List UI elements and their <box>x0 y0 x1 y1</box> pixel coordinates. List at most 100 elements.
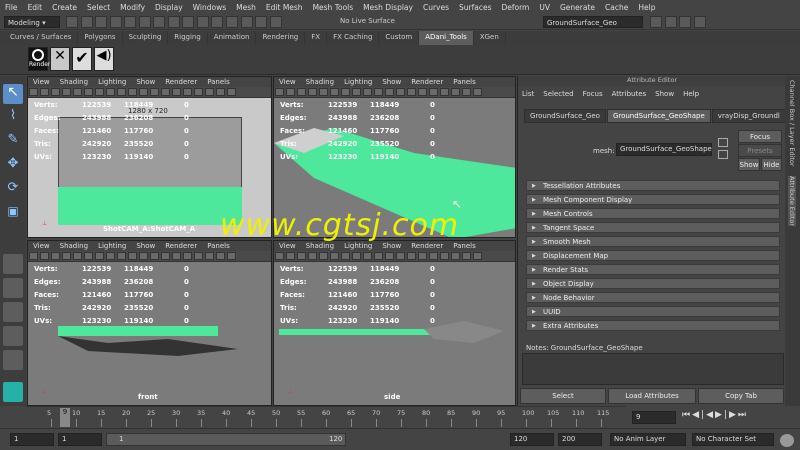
shelf-tab-xgen[interactable]: XGen <box>474 31 506 45</box>
ae-tab-vraydisp[interactable]: vrayDisp_Groundl <box>711 109 786 123</box>
menu-mesh[interactable]: Mesh <box>231 3 261 12</box>
rotate-tool-icon[interactable]: ⟳ <box>3 180 23 200</box>
menu-file[interactable]: File <box>0 3 23 12</box>
section-object-display[interactable]: Object Display <box>526 278 780 289</box>
section-uuid[interactable]: UUID <box>526 306 780 317</box>
playback-start-field[interactable]: 1 <box>58 433 102 446</box>
ae-menu-attributes[interactable]: Attributes <box>612 90 647 98</box>
anim-layer-dropdown[interactable]: No Anim Layer <box>610 433 686 446</box>
play-back-icon[interactable]: ◀ <box>706 410 715 420</box>
animation-end-field[interactable]: 200 <box>558 433 602 446</box>
shelf-tab-curves-surfaces[interactable]: Curves / Surfaces <box>4 31 79 45</box>
menu-edit[interactable]: Edit <box>23 3 48 12</box>
ae-menu-selected[interactable]: Selected <box>543 90 573 98</box>
snap-grid-icon[interactable] <box>182 16 195 28</box>
vp-menu-shading[interactable]: Shading <box>55 77 93 87</box>
menu-generate[interactable]: Generate <box>555 3 600 12</box>
shelf-tab-rendering[interactable]: Rendering <box>256 31 306 45</box>
vp-menu-lighting[interactable]: Lighting <box>339 77 377 87</box>
load-attributes-button[interactable]: Load Attributes <box>608 388 696 404</box>
menu-curves[interactable]: Curves <box>418 3 454 12</box>
move-tool-icon[interactable]: ✥ <box>3 156 23 176</box>
toggle-attribute-editor-icon[interactable] <box>664 16 677 28</box>
vp-menu-shading[interactable]: Shading <box>301 77 339 87</box>
vp-menu-lighting[interactable]: Lighting <box>93 241 131 251</box>
presets-button[interactable]: Presets <box>738 144 782 157</box>
select-hierarchy-icon[interactable] <box>138 16 151 28</box>
menu-select[interactable]: Select <box>82 3 115 12</box>
step-back-icon[interactable]: ◀| <box>692 410 706 420</box>
section-displacement-map[interactable]: Displacement Map <box>526 250 780 261</box>
render-settings-icon[interactable] <box>269 16 282 28</box>
vp-menu-renderer[interactable]: Renderer <box>160 241 202 251</box>
menu-mesh-display[interactable]: Mesh Display <box>358 3 418 12</box>
vp-menu-panels[interactable]: Panels <box>202 77 235 87</box>
mesh-name-field[interactable]: GroundSurface_GeoShape <box>616 143 712 156</box>
menu-help[interactable]: Help <box>633 3 660 12</box>
viewport-side[interactable]: View Shading Lighting Show Renderer Pane… <box>273 240 516 406</box>
lasso-tool-icon[interactable]: ⌇ <box>3 108 23 128</box>
copy-tab-button[interactable]: Copy Tab <box>698 388 784 404</box>
menu-create[interactable]: Create <box>47 3 82 12</box>
menu-surfaces[interactable]: Surfaces <box>454 3 496 12</box>
persp-outliner-layout-icon[interactable] <box>3 326 23 346</box>
attribute-editor-tab[interactable]: Attribute Editor <box>788 176 796 227</box>
go-to-start-icon[interactable]: ⏮ <box>682 410 692 420</box>
menu-windows[interactable]: Windows <box>188 3 231 12</box>
snap-curve-icon[interactable] <box>196 16 209 28</box>
show-button[interactable]: Show <box>738 158 760 171</box>
ae-menu-focus[interactable]: Focus <box>583 90 603 98</box>
scale-tool-icon[interactable]: ▣ <box>3 204 23 224</box>
vp-menu-show[interactable]: Show <box>131 77 160 87</box>
notes-field[interactable] <box>522 353 784 385</box>
section-extra-attributes[interactable]: Extra Attributes <box>526 320 780 331</box>
ae-menu-help[interactable]: Help <box>683 90 699 98</box>
object-name-field[interactable]: GroundSurface_Geo <box>543 16 643 28</box>
ae-menu-list[interactable]: List <box>522 90 534 98</box>
audio-shelf-button[interactable]: ◀) <box>94 47 114 71</box>
shelf-tab-adani-tools[interactable]: ADani_Tools <box>419 31 474 45</box>
shelf-tab-fx[interactable]: FX <box>305 31 328 45</box>
viewport-front[interactable]: View Shading Lighting Show Renderer Pane… <box>27 240 272 406</box>
vp-menu-renderer[interactable]: Renderer <box>160 77 202 87</box>
shelf-tab-fx-caching[interactable]: FX Caching <box>327 31 380 45</box>
character-set-dropdown[interactable]: No Character Set <box>692 433 774 446</box>
vp-menu-shading[interactable]: Shading <box>55 241 93 251</box>
ae-tab-shape[interactable]: GroundSurface_GeoShape <box>606 109 711 123</box>
section-tessellation[interactable]: Tessellation Attributes <box>526 180 780 191</box>
animation-start-field[interactable]: 1 <box>10 433 54 446</box>
section-node-behavior[interactable]: Node Behavior <box>526 292 780 303</box>
shelf-tab-rigging[interactable]: Rigging <box>168 31 208 45</box>
single-pane-layout-icon[interactable] <box>3 254 23 274</box>
vp-menu-view[interactable]: View <box>28 241 55 251</box>
redo-icon[interactable] <box>124 16 137 28</box>
play-forward-icon[interactable]: ▶ <box>715 410 724 420</box>
menu-edit-mesh[interactable]: Edit Mesh <box>261 3 308 12</box>
four-pane-layout-icon[interactable] <box>3 278 23 298</box>
section-mesh-component-display[interactable]: Mesh Component Display <box>526 194 780 205</box>
toggle-tool-settings-icon[interactable] <box>679 16 692 28</box>
menu-uv[interactable]: UV <box>534 3 555 12</box>
vp-menu-show[interactable]: Show <box>131 241 160 251</box>
select-button[interactable]: Select <box>520 388 606 404</box>
go-to-end-icon[interactable]: ⏭ <box>738 410 748 420</box>
hide-button[interactable]: Hide <box>761 158 782 171</box>
snap-point-icon[interactable] <box>211 16 224 28</box>
shelf-tab-sculpting[interactable]: Sculpting <box>123 31 169 45</box>
ipr-icon[interactable] <box>255 16 268 28</box>
vp-menu-view[interactable]: View <box>274 77 301 87</box>
menu-display[interactable]: Display <box>150 3 188 12</box>
mode-dropdown[interactable]: Modeling ▾ <box>4 16 60 28</box>
menu-cache[interactable]: Cache <box>600 3 633 12</box>
vp-menu-renderer[interactable]: Renderer <box>406 77 448 87</box>
render-icon[interactable] <box>240 16 253 28</box>
side-by-side-layout-icon[interactable] <box>3 302 23 322</box>
channel-box-tab[interactable]: Channel Box / Layer Editor <box>788 80 796 167</box>
shelf-tab-polygons[interactable]: Polygons <box>78 31 123 45</box>
section-smooth-mesh[interactable]: Smooth Mesh <box>526 236 780 247</box>
vp-menu-show[interactable]: Show <box>377 77 406 87</box>
go-to-output-icon[interactable] <box>718 150 728 159</box>
open-scene-icon[interactable] <box>80 16 93 28</box>
current-time-marker[interactable]: 9 <box>60 408 70 427</box>
save-scene-icon[interactable] <box>95 16 108 28</box>
